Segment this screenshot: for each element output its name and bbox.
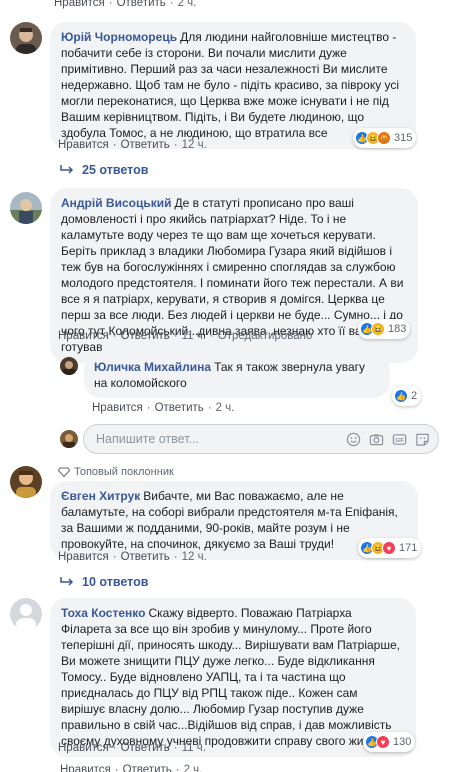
svg-text:GIF: GIF	[395, 438, 404, 444]
laugh-reaction-icon: 😆	[371, 322, 385, 336]
current-user-avatar	[60, 430, 78, 448]
reply-arrow-icon	[60, 577, 74, 586]
emoji-icon[interactable]	[346, 432, 361, 447]
reactions-summary[interactable]: 👍 😆 ♥ 171	[358, 538, 422, 558]
comment-actions: Нравится · Ответить · 2 ч.	[54, 0, 196, 9]
reply-link[interactable]: Ответить	[117, 0, 166, 9]
reactions-count: 2	[411, 390, 418, 402]
comment-actions: Нравится · Ответить · 11 ч. · Отредактировано	[58, 330, 313, 342]
comment-author[interactable]: Юличка Михайлина	[94, 360, 211, 374]
angry-reaction-icon: 😡	[377, 131, 391, 145]
reply-link[interactable]: Ответить	[155, 402, 204, 414]
like-link[interactable]: Нравится	[92, 402, 143, 414]
like-reaction-icon: 👍	[394, 389, 408, 403]
reactions-count: 183	[388, 323, 407, 335]
comment-actions: Нравится · Ответить · 2 ч.	[60, 764, 202, 772]
reply-arrow-icon	[60, 165, 74, 174]
view-replies-link[interactable]: 25 ответов	[60, 163, 148, 177]
timestamp: 12 ч.	[181, 139, 207, 151]
gif-icon[interactable]: GIF	[392, 432, 407, 447]
love-reaction-icon: ♥	[382, 541, 396, 555]
timestamp: 2 ч.	[215, 402, 235, 414]
comment-author[interactable]: Андрій Висоцький	[61, 196, 171, 210]
replies-count[interactable]: 25 ответов	[82, 163, 148, 177]
comment-actions: Нравится · Ответить · 12 ч.	[58, 551, 207, 563]
reply-link[interactable]: Ответить	[121, 742, 170, 754]
reply-bubble: Юличка Михайлина Так я також звернула ува…	[84, 353, 390, 398]
like-link[interactable]: Нравится	[58, 742, 109, 754]
comment-text: Для людини найголовніше мистецтво - поба…	[61, 30, 400, 140]
reply-link[interactable]: Ответить	[121, 139, 170, 151]
badge-label: Топовый поклонник	[74, 466, 174, 478]
comment-actions: Нравится · Ответить · 2 ч.	[92, 402, 235, 414]
sticker-icon[interactable]	[415, 432, 430, 447]
comment-author[interactable]: Тоха Костенко	[61, 606, 145, 620]
like-link[interactable]: Нравится	[58, 330, 109, 342]
comment-author[interactable]: Євген Хитрук	[61, 489, 140, 503]
comment-author[interactable]: Юрій Чорноморець	[61, 30, 177, 44]
timestamp: 11 ч.	[181, 330, 206, 342]
reply-link[interactable]: Ответить	[123, 764, 172, 772]
like-link[interactable]: Нравится	[58, 139, 109, 151]
like-link[interactable]: Нравится	[60, 764, 111, 772]
diamond-icon	[58, 467, 70, 477]
reactions-summary[interactable]: 👍 😆 😡 315	[353, 128, 417, 148]
timestamp: 11 ч.	[181, 742, 206, 754]
view-replies-link[interactable]: 10 ответов	[60, 575, 148, 589]
comment-bubble: Тоха Костенко Скажу відверто. Поважаю Пат…	[50, 598, 416, 757]
avatar[interactable]	[10, 192, 42, 224]
reply-placeholder: Напишите ответ...	[96, 432, 199, 446]
timestamp: 2 ч.	[183, 764, 203, 772]
reactions-summary[interactable]: 👍 😆 183	[358, 319, 411, 339]
reactions-count: 315	[394, 132, 413, 144]
reply-input[interactable]: Напишите ответ... GIF	[83, 424, 439, 454]
edited-label[interactable]: Отредактировано	[218, 330, 313, 342]
avatar[interactable]	[10, 466, 42, 498]
timestamp: 12 ч.	[181, 551, 207, 563]
comment-actions: Нравится · Ответить · 12 ч.	[58, 139, 207, 151]
love-reaction-icon: ♥	[376, 735, 390, 749]
reply-link[interactable]: Ответить	[121, 551, 170, 563]
avatar[interactable]	[60, 357, 78, 375]
avatar[interactable]	[10, 598, 42, 630]
reactions-summary[interactable]: 👍 2	[392, 386, 422, 406]
like-link[interactable]: Нравится	[58, 551, 109, 563]
top-fan-badge: Топовый поклонник	[58, 466, 174, 478]
reply-link[interactable]: Ответить	[121, 330, 170, 342]
replies-count[interactable]: 10 ответов	[82, 575, 148, 589]
comment-text: Скажу відверто. Поважаю Патріарха Філаре…	[61, 606, 400, 748]
comment-actions: Нравится · Ответить · 11 ч.	[58, 742, 206, 754]
reactions-summary[interactable]: 👍 ♥ 130	[363, 732, 416, 752]
camera-icon[interactable]	[369, 432, 384, 447]
like-link[interactable]: Нравится	[54, 0, 105, 9]
reactions-count: 130	[393, 736, 412, 748]
timestamp: 2 ч.	[177, 0, 197, 9]
avatar[interactable]	[10, 22, 42, 54]
reactions-count: 171	[399, 542, 418, 554]
